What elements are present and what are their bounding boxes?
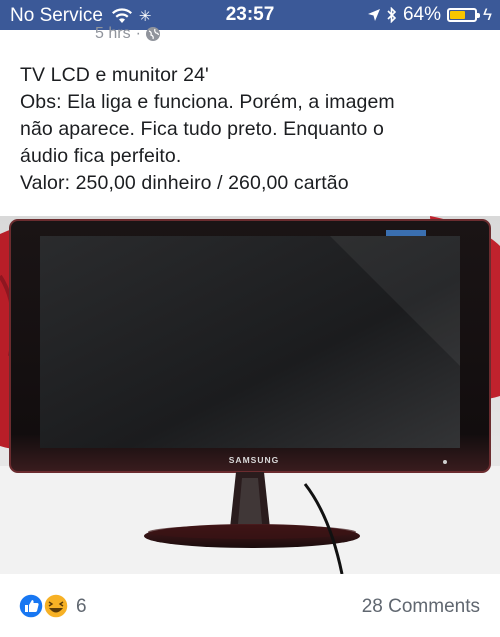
comments-link[interactable]: 28 Comments [362, 596, 480, 618]
post-line: não aparece. Fica tudo preto. Enquanto o [20, 118, 384, 140]
post-line: Obs: Ela liga e funciona. Porém, a image… [20, 91, 395, 113]
battery-icon [447, 8, 480, 22]
post-photo[interactable]: SAMSUNG [0, 216, 500, 574]
battery-percent: 64% [402, 4, 441, 25]
haha-reaction-icon [43, 593, 69, 619]
like-reaction-icon [18, 593, 44, 619]
globe-icon [145, 27, 160, 41]
status-right: 64% ϟ [367, 4, 492, 26]
monitor-brand-logo: SAMSUNG [229, 455, 279, 465]
battery-level-fill [450, 11, 465, 19]
location-arrow-icon [367, 9, 380, 21]
reaction-count[interactable]: 6 [76, 596, 87, 618]
post-message: TV LCD e munitor 24' Obs: Ela liga e fun… [20, 62, 490, 197]
post-line: Valor: 250,00 dinheiro / 260,00 cartão [20, 172, 349, 194]
post-line: áudio fica perfeito. [20, 145, 182, 167]
post-timestamp[interactable]: 5 hrs [95, 25, 131, 43]
charging-bolt-icon: ϟ [483, 5, 492, 24]
reactions-bar: 6 28 Comments [0, 580, 500, 637]
ios-status-bar: No Service ✳ 23:57 64% ϟ [0, 0, 500, 30]
post-line: TV LCD e munitor 24' [20, 64, 209, 86]
reaction-icons[interactable] [18, 593, 72, 619]
monitor-photo-illustration: SAMSUNG [0, 216, 500, 574]
post-meta: 5 hrs · [95, 25, 160, 43]
meta-separator: · [135, 25, 141, 42]
bluetooth-icon [387, 7, 397, 23]
